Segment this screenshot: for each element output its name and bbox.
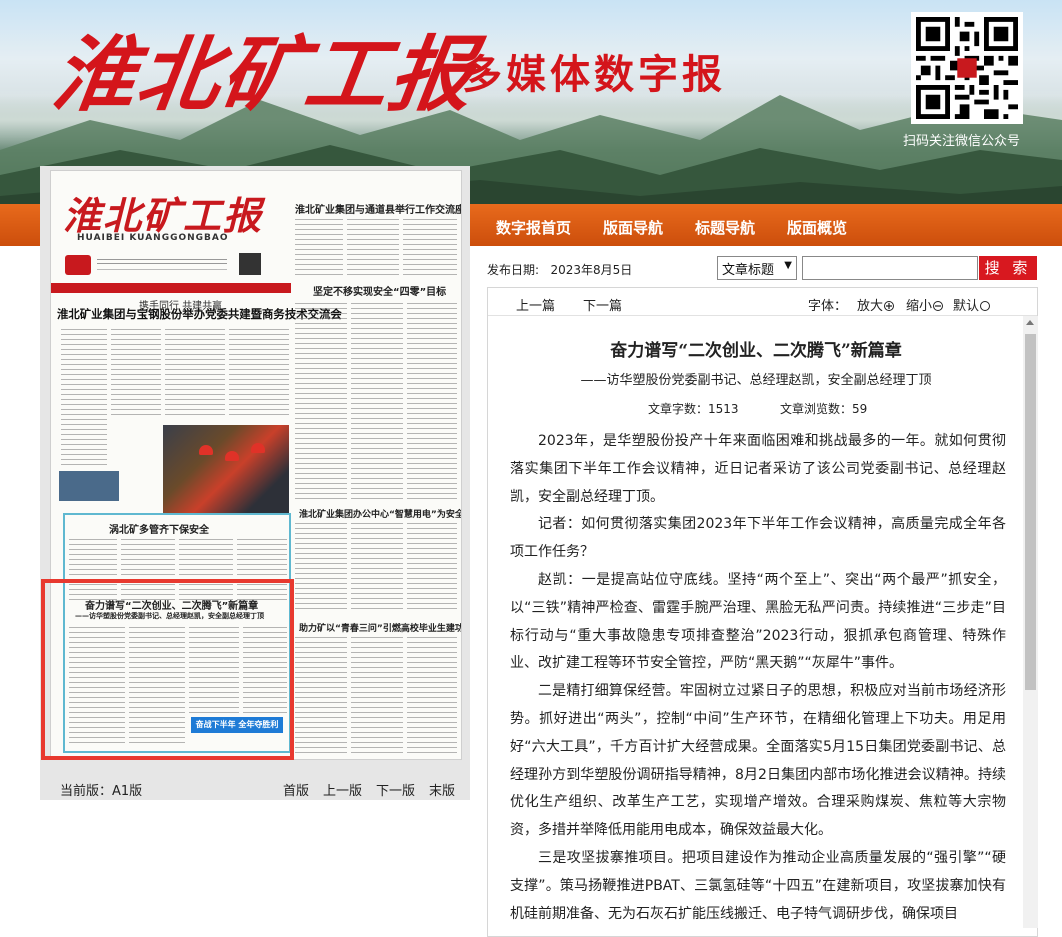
article-view-count: 文章浏览数：59 <box>780 402 868 416</box>
page-pagination: 首版 上一版 下一版 末版 <box>283 780 469 799</box>
site-masthead: 淮北矿工报 <box>47 27 481 123</box>
paper-text-col <box>295 219 343 277</box>
paper-masthead: 淮北矿工报 <box>63 193 264 238</box>
chevron-down-icon: ▼ <box>784 260 792 271</box>
minus-circle-icon <box>933 301 944 311</box>
paper-text-col <box>61 329 107 469</box>
paper-red-strip <box>51 283 291 293</box>
scroll-up-arrow-icon[interactable] <box>1026 320 1034 325</box>
paper-right-title-3[interactable]: 淮北矿业集团办公中心“智慧用电”为安全护航 <box>299 507 461 520</box>
search-type-value: 文章标题 <box>722 263 775 278</box>
paper-text-col <box>351 523 403 613</box>
search-input[interactable] <box>802 256 978 280</box>
paper-right-title-1[interactable]: 淮北矿业集团与通道县举行工作交流座谈会 <box>295 201 461 216</box>
paper-logo-icon <box>65 255 91 275</box>
helmet-icon <box>225 451 239 461</box>
nav-title-navigation-link[interactable]: 标题导航 <box>679 204 771 246</box>
nav-home-link[interactable]: 数字报首页 <box>480 204 587 246</box>
paper-qr-icon <box>239 253 261 275</box>
paper-text-col <box>407 637 457 755</box>
article-paragraph: 赵凯：一是提高站位守底线。坚持“两个至上”、突出“两个最严”抓安全，以“三铁”精… <box>510 571 1006 672</box>
paper-text-col <box>407 523 457 613</box>
qr-code-icon <box>916 17 1018 119</box>
default-label: 默认 <box>953 299 980 314</box>
search-type-select[interactable]: 文章标题 ▼ <box>717 256 797 280</box>
qr-label: 扫码关注微信公众号 <box>903 134 1021 149</box>
zoom-in-label: 放大 <box>857 299 884 314</box>
paper-text-col <box>407 303 457 499</box>
article-toolbar: 上一篇 下一篇 字体： 放大 缩小 默认 <box>488 288 1037 316</box>
helmet-icon <box>199 445 213 455</box>
nav-page-overview-link[interactable]: 版面概览 <box>771 204 863 246</box>
paper-text-col <box>111 329 161 419</box>
paper-photo[interactable] <box>163 425 289 513</box>
search-button[interactable]: 搜 索 <box>979 256 1037 280</box>
article-body: 2023年，是华塑股份投产十年来面临困难和挑战最多的一年。就如何贯彻落实集团下半… <box>510 428 1006 928</box>
font-default-button[interactable]: 默认 <box>953 295 991 314</box>
paper-masthead-en: HUAIBEI KUANGGONGBAO <box>77 233 229 243</box>
plus-circle-icon <box>884 301 895 311</box>
last-page-link[interactable]: 末版 <box>429 780 455 799</box>
helmet-icon <box>251 443 265 453</box>
circle-icon <box>980 301 991 311</box>
paper-box-title[interactable]: 涡北矿多管齐下保安全 <box>109 521 209 536</box>
paper-text-col <box>295 303 347 499</box>
article-paragraph: 记者：如何贯彻落实集团2023年下半年工作会议精神，高质量完成全年各项工作任务？ <box>510 516 1006 561</box>
paper-text-col <box>165 329 225 419</box>
prev-page-link[interactable]: 上一版 <box>323 780 362 799</box>
font-zoom-in-button[interactable]: 放大 <box>857 295 895 314</box>
zoom-out-label: 缩小 <box>906 299 933 314</box>
next-article-link[interactable]: 下一篇 <box>583 295 622 314</box>
article-panel: 上一篇 下一篇 字体： 放大 缩小 默认 奋力谱写“二次创业、二次腾飞”新篇章 … <box>487 287 1038 937</box>
paper-issue-info <box>97 259 227 264</box>
nav-page-navigation-link[interactable]: 版面导航 <box>587 204 679 246</box>
scrollbar-thumb[interactable] <box>1025 334 1036 690</box>
article-word-count: 文章字数：1513 <box>648 402 739 416</box>
paper-text-col <box>403 219 457 277</box>
current-page-label: 当前版：A1版 <box>60 784 143 799</box>
article-title: 奋力谱写“二次创业、二次腾飞”新篇章 <box>610 341 902 361</box>
article-paragraph: 二是精打细算保经营。牢固树立过紧日子的思想，积极应对当前市场经济形势。抓好进出“… <box>510 683 1006 839</box>
next-page-link[interactable]: 下一版 <box>376 780 415 799</box>
article-paragraph: 2023年，是华塑股份投产十年来面临困难和挑战最多的一年。就如何贯彻落实集团下半… <box>510 433 1006 505</box>
first-page-link[interactable]: 首版 <box>283 780 309 799</box>
paper-small-photo[interactable] <box>59 471 119 501</box>
font-zoom-out-button[interactable]: 缩小 <box>906 295 944 314</box>
prev-article-link[interactable]: 上一篇 <box>516 295 555 314</box>
paper-text-col <box>229 329 289 419</box>
publish-date: 发布日期: 2023年8月5日 <box>487 263 633 277</box>
paper-right-title-4[interactable]: 助力矿以“青春三问”引燃高校毕业生建功立业热情 <box>299 621 461 634</box>
article-subtitle: ——访华塑股份党委副书记、总经理赵凯，安全副总经理丁顶 <box>580 373 932 388</box>
paper-issue-info-line <box>97 269 227 272</box>
site-subtitle: 多媒体数字报 <box>462 51 726 98</box>
wechat-qr-code <box>911 12 1023 124</box>
paper-text-col <box>295 523 347 613</box>
paper-right-title-2[interactable]: 坚定不移实现安全“四零”目标 <box>313 283 446 298</box>
article-scrollbar[interactable] <box>1023 316 1038 928</box>
selected-article-highlight[interactable] <box>41 579 294 760</box>
paper-text-col <box>295 637 347 755</box>
font-size-label: 字体： <box>808 299 848 314</box>
paper-text-col <box>351 303 403 499</box>
paper-text-col <box>351 637 403 755</box>
main-nav: 数字报首页 版面导航 标题导航 版面概览 <box>480 204 863 246</box>
paper-text-col <box>347 219 399 277</box>
article-paragraph: 三是攻坚拔寨推项目。把项目建设作为推动企业高质量发展的“强引擎”“硬支撑”。策马… <box>510 849 1006 922</box>
